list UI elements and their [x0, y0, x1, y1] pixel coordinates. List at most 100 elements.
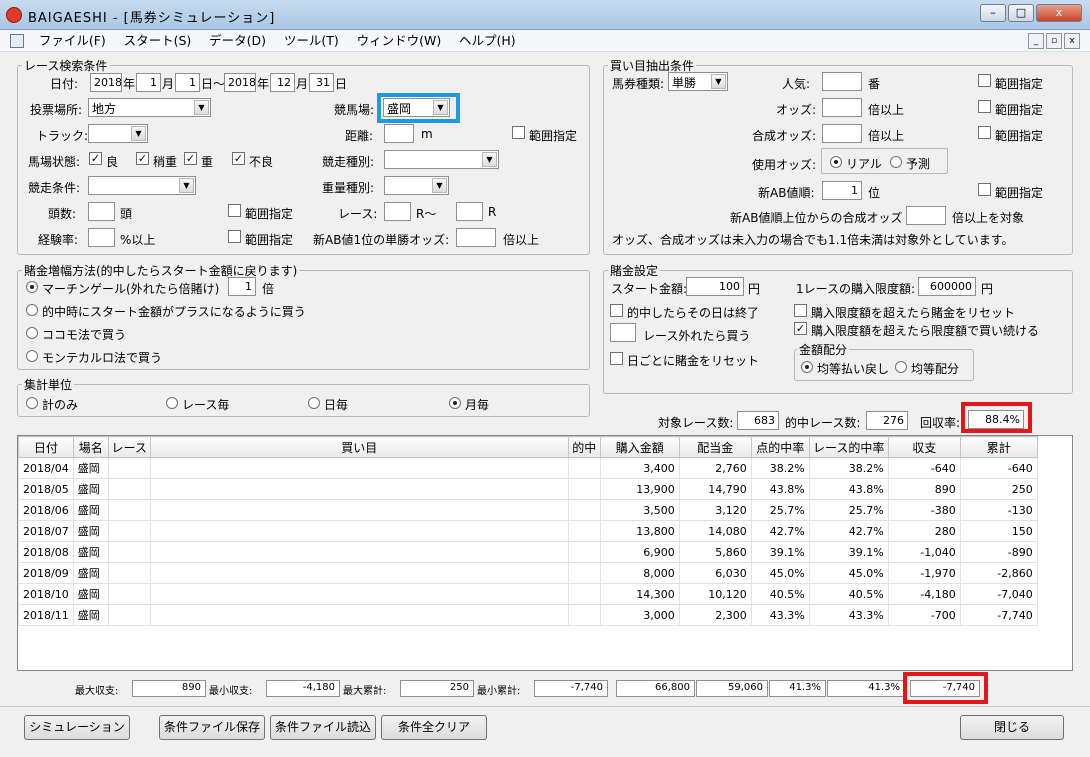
mdi-restore-button[interactable]: ▫ — [1046, 33, 1062, 49]
track-select[interactable]: ▼ — [88, 124, 148, 143]
cond-slightly-heavy-checkbox[interactable]: ✓ — [136, 152, 149, 165]
menu-file[interactable]: ファイル(F) — [32, 30, 113, 52]
montecarlo-radio[interactable] — [26, 350, 38, 362]
table-row[interactable]: 2018/09 盛岡 8,000 6,030 45.0% 45.0% -1,970 -2,86… — [18, 562, 1038, 584]
race-kind-select[interactable]: ▼ — [384, 150, 499, 169]
table-row[interactable]: 2018/11 盛岡 3,000 2,300 43.3% 43.3% -700 -7,740 — [18, 604, 1038, 626]
martingale-radio[interactable] — [26, 281, 38, 293]
menu-tools[interactable]: ツール(T) — [277, 30, 346, 52]
save-conditions-button[interactable]: 条件ファイル保存 — [159, 715, 265, 740]
table-row[interactable]: 2018/06 盛岡 3,500 3,120 25.7% 25.7% -380 -130 — [18, 499, 1038, 521]
heads-range-checkbox[interactable] — [228, 204, 241, 217]
year-from-input[interactable]: 2018 — [90, 73, 122, 92]
distance-input[interactable] — [384, 124, 414, 143]
cond-heavy-checkbox[interactable]: ✓ — [184, 152, 197, 165]
day-to-input[interactable]: 31 — [309, 73, 334, 92]
table-row[interactable]: 2018/05 盛岡 13,900 14,790 43.8% 43.8% 890 250 — [18, 478, 1038, 500]
day-from-input[interactable]: 1 — [175, 73, 200, 92]
comp-odds-range-checkbox[interactable] — [978, 126, 991, 139]
end-on-hit-label: 的中したらその日は終了 — [627, 306, 760, 320]
track-name-select[interactable]: 盛岡 ▼ — [383, 98, 450, 117]
venue-type-select[interactable]: 地方 ▼ — [88, 98, 211, 117]
race-from-input[interactable] — [384, 202, 411, 221]
plus-on-hit-radio[interactable] — [26, 304, 38, 316]
col-payout[interactable]: 配当金 — [678, 436, 752, 458]
menu-window[interactable]: ウィンドウ(W) — [350, 30, 449, 52]
ab-comp-input[interactable] — [906, 206, 946, 225]
race-to-unit-label: R — [488, 205, 497, 219]
col-hit[interactable]: 的中 — [567, 436, 601, 458]
load-conditions-button[interactable]: 条件ファイル読込 — [270, 715, 376, 740]
col-race[interactable]: レース — [107, 436, 151, 458]
reset-daily-checkbox[interactable] — [610, 352, 623, 365]
col-date[interactable]: 日付 — [18, 436, 74, 458]
keep-over-limit-checkbox[interactable]: ✓ — [794, 322, 807, 335]
start-amount-input[interactable]: 100 — [686, 277, 744, 296]
equal-payout-radio[interactable] — [801, 361, 813, 373]
unit-month-radio[interactable] — [449, 397, 461, 409]
mdi-minimize-button[interactable]: _ — [1028, 33, 1044, 49]
cocomo-radio[interactable] — [26, 327, 38, 339]
table-row[interactable]: 2018/10 盛岡 14,300 10,120 40.5% 40.5% -4,180 -7,… — [18, 583, 1038, 605]
table-row[interactable]: 2018/04 盛岡 3,400 2,760 38.2% 38.2% -640 -640 — [18, 457, 1038, 479]
odds-forecast-radio[interactable] — [890, 156, 902, 168]
cond-good-checkbox[interactable]: ✓ — [89, 152, 102, 165]
ab-odds-input[interactable] — [456, 228, 496, 247]
chevron-down-icon: ▼ — [179, 178, 194, 193]
popularity-range-checkbox[interactable] — [978, 74, 991, 87]
app-icon[interactable] — [6, 7, 22, 23]
exp-input[interactable] — [88, 228, 115, 247]
clear-conditions-button[interactable]: 条件全クリア — [381, 715, 487, 740]
close-window-button[interactable]: x — [1036, 4, 1082, 22]
popularity-input[interactable] — [822, 72, 862, 91]
menu-data[interactable]: データ(D) — [202, 30, 273, 52]
unit-race-radio[interactable] — [166, 397, 178, 409]
year-to-input[interactable]: 2018 — [224, 73, 256, 92]
col-balance[interactable]: 収支 — [887, 436, 961, 458]
minimize-button[interactable]: – — [980, 4, 1006, 22]
menu-help[interactable]: ヘルプ(H) — [452, 30, 523, 52]
col-purchase[interactable]: 購入金額 — [599, 436, 680, 458]
unit-day-radio[interactable] — [308, 397, 320, 409]
equal-distribution-radio[interactable] — [895, 361, 907, 373]
cond-bad-checkbox[interactable]: ✓ — [232, 152, 245, 165]
table-cell: 45.0% — [750, 562, 810, 584]
table-header-row: 日付 場名 レース 買い目 的中 購入金額 配当金 点的中率 レース的中率 収支… — [18, 436, 1038, 458]
maximize-button[interactable]: □ — [1008, 4, 1034, 22]
end-on-hit-checkbox[interactable] — [610, 304, 623, 317]
results-table[interactable]: 日付 場名 レース 買い目 的中 購入金額 配当金 点的中率 レース的中率 収支… — [17, 435, 1073, 671]
month-to-input[interactable]: 12 — [270, 73, 295, 92]
odds-real-radio[interactable] — [830, 156, 842, 168]
close-button[interactable]: 閉じる — [960, 715, 1064, 740]
bet-type-select[interactable]: 単勝 ▼ — [668, 72, 728, 91]
col-point-hit-rate[interactable]: 点的中率 — [750, 436, 810, 458]
table-cell: 3,000 — [599, 604, 680, 626]
limit-input[interactable]: 600000 — [918, 277, 976, 296]
month-from-input[interactable]: 1 — [136, 73, 161, 92]
exp-range-checkbox[interactable] — [228, 230, 241, 243]
heads-input[interactable] — [88, 202, 115, 221]
odds-range-checkbox[interactable] — [978, 100, 991, 113]
comp-odds-input[interactable] — [822, 124, 862, 143]
race-to-input[interactable] — [456, 202, 483, 221]
miss-buy-input[interactable] — [610, 323, 636, 342]
table-row[interactable]: 2018/07 盛岡 13,800 14,080 42.7% 42.7% 280 150 — [18, 520, 1038, 542]
reset-over-limit-checkbox[interactable] — [794, 304, 807, 317]
col-cumulative[interactable]: 累計 — [959, 436, 1038, 458]
menu-start[interactable]: スタート(S) — [117, 30, 199, 52]
ab-rank-range-checkbox[interactable] — [978, 183, 991, 196]
martingale-multiplier-input[interactable]: 1 — [228, 277, 256, 296]
col-race-hit-rate[interactable]: レース的中率 — [808, 436, 889, 458]
mdi-close-button[interactable]: x — [1064, 33, 1080, 49]
col-venue[interactable]: 場名 — [72, 436, 109, 458]
ab-rank-input[interactable]: 1 — [822, 181, 862, 200]
distance-range-checkbox[interactable] — [512, 126, 525, 139]
odds-input[interactable] — [822, 98, 862, 117]
weight-kind-select[interactable]: ▼ — [384, 176, 449, 195]
unit-total-radio[interactable] — [26, 397, 38, 409]
document-icon[interactable] — [10, 34, 24, 48]
simulation-button[interactable]: シミュレーション — [24, 715, 130, 740]
race-cond-select[interactable]: ▼ — [88, 176, 196, 195]
table-row[interactable]: 2018/08 盛岡 6,900 5,860 39.1% 39.1% -1,040 -890 — [18, 541, 1038, 563]
col-bet[interactable]: 買い目 — [149, 436, 569, 458]
